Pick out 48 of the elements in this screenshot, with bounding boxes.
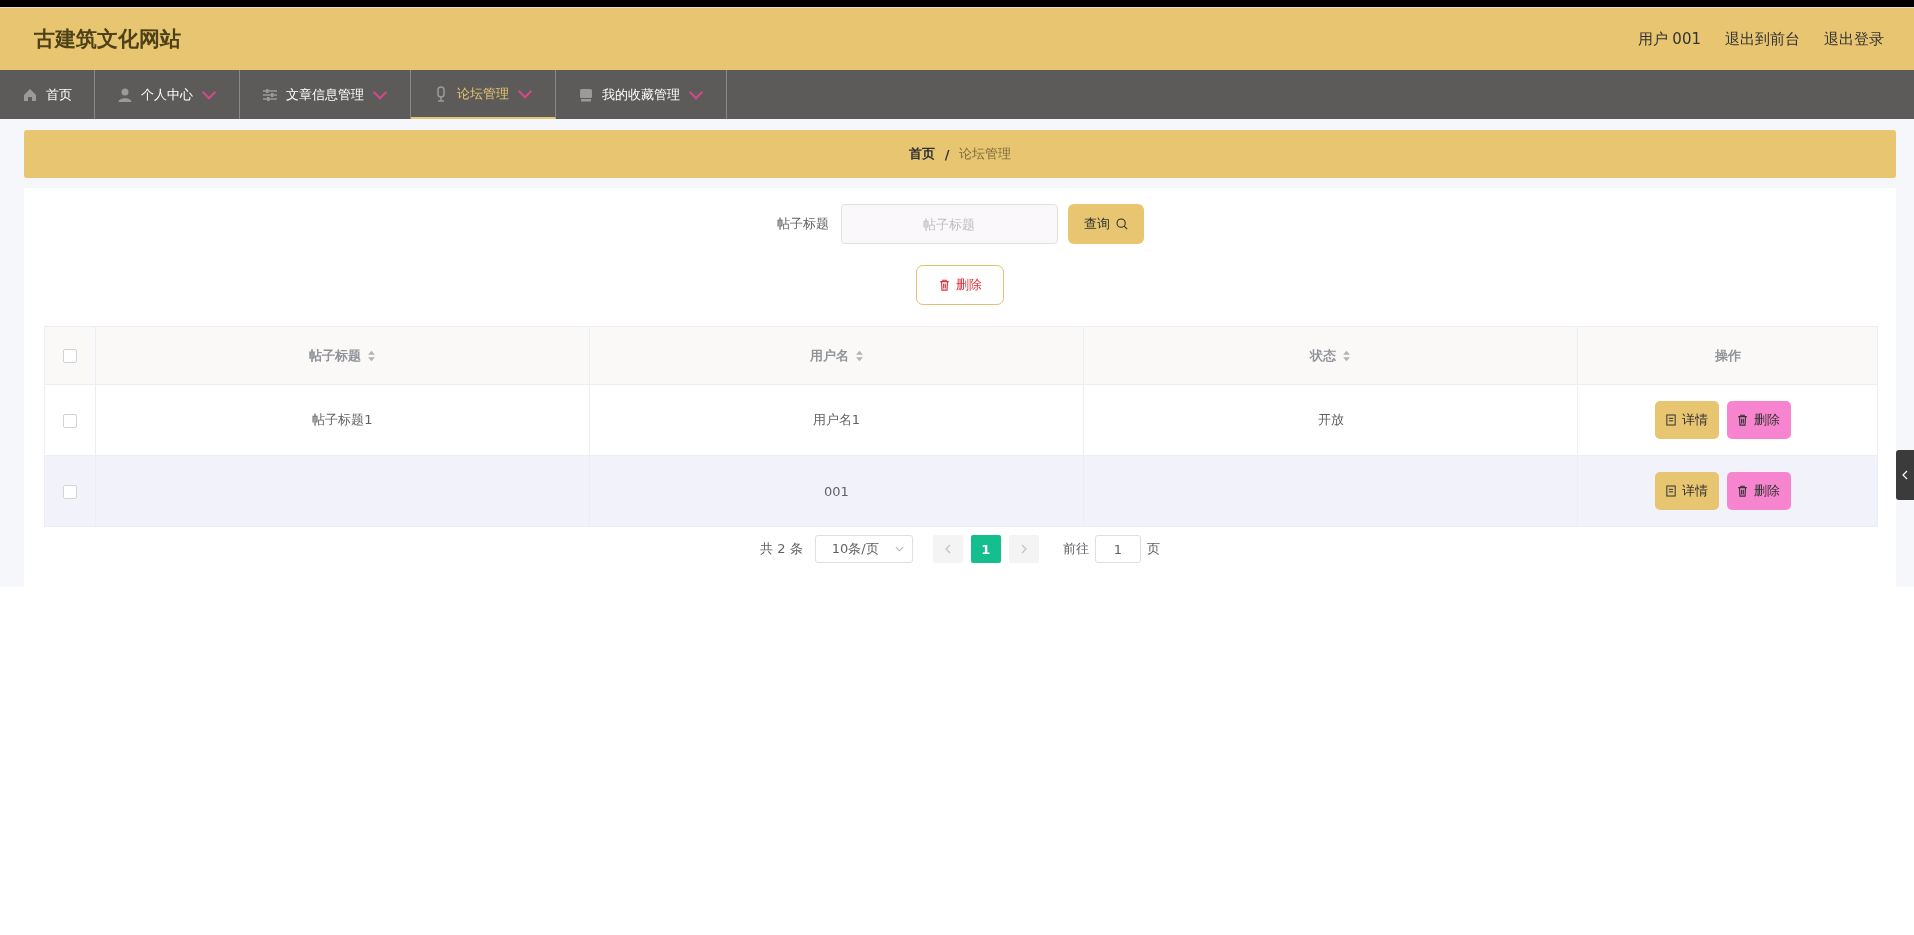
user-icon <box>117 86 133 103</box>
table-row[interactable]: 帖子标题1 用户名1 开放 详情 删除 <box>44 384 1878 456</box>
tray-icon <box>578 86 594 103</box>
previous-page-button[interactable] <box>932 535 963 563</box>
chevron-right-icon <box>1020 544 1027 554</box>
page-jump-field[interactable]: 1 <box>1094 535 1141 563</box>
table-row[interactable]: 001 详情 删除 <box>44 455 1878 527</box>
search-label: 帖子标题 <box>776 215 829 233</box>
table-cell: 001 <box>824 483 849 499</box>
breadcrumb-separator: / <box>944 146 950 162</box>
document-icon <box>1665 485 1676 497</box>
chevron-left-icon <box>944 544 951 554</box>
search-button[interactable]: 查询 <box>1067 204 1144 244</box>
page-size-select[interactable]: 10条/页 <box>814 535 913 563</box>
column-header: 操作 <box>1577 326 1878 385</box>
page-suffix: 页 <box>1146 540 1160 558</box>
trash-icon <box>938 279 950 291</box>
chevron-left-icon[interactable] <box>1902 470 1908 480</box>
table-cell: 帖子标题1 <box>312 412 373 427</box>
trash-icon <box>1737 485 1748 497</box>
goto-label: 前往 <box>1062 540 1089 558</box>
select-all-checkbox[interactable] <box>63 349 77 364</box>
header-link[interactable]: 退出到前台 <box>1725 29 1800 49</box>
delete-button[interactable]: 删除 <box>1726 401 1791 439</box>
document-icon <box>1665 414 1676 426</box>
table-cell: 用户名1 <box>812 412 861 427</box>
table-cell: 开放 <box>1317 412 1344 427</box>
delete-button[interactable]: 删除 <box>916 265 1004 305</box>
sort-icon[interactable] <box>854 349 864 362</box>
home-icon <box>22 86 38 103</box>
chevron-down-icon <box>894 546 904 552</box>
row-checkbox[interactable] <box>63 484 77 499</box>
sliders-icon <box>262 86 278 103</box>
total-count: 共 2 条 <box>760 540 803 558</box>
sort-icon[interactable] <box>367 349 376 362</box>
delete-button[interactable]: 删除 <box>1726 472 1791 510</box>
trash-icon <box>1737 414 1748 426</box>
sort-icon[interactable] <box>1342 349 1351 362</box>
breadcrumb-current: 论坛管理 <box>959 145 1012 163</box>
detail-button[interactable]: 详情 <box>1654 472 1719 510</box>
breadcrumb-link[interactable]: 首页 <box>908 145 935 163</box>
next-page-button[interactable] <box>1008 535 1039 563</box>
site-title: 古建筑文化网站 <box>34 26 181 53</box>
row-checkbox[interactable] <box>63 413 77 428</box>
header-link[interactable]: 退出登录 <box>1824 29 1884 49</box>
detail-button[interactable]: 详情 <box>1654 401 1719 439</box>
search-icon <box>1115 218 1128 230</box>
user-link[interactable]: 用户 001 <box>1637 29 1701 49</box>
